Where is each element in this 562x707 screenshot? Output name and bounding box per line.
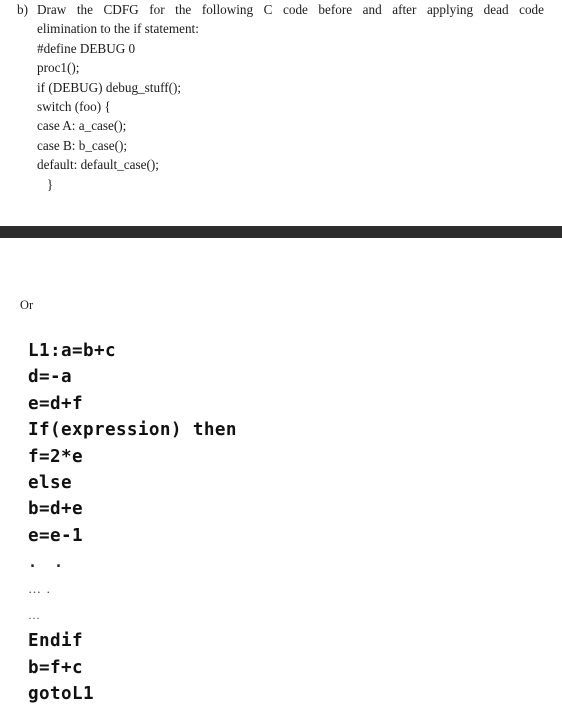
pseudocode-line: Endif (28, 631, 83, 652)
pseudocode-block: L1:a=b+c d=-a e=d+f If(expression) then f=2*… (28, 338, 548, 707)
or-label: Or (20, 298, 34, 312)
pseudocode-line: b=f+c (28, 657, 83, 678)
pseudocode-line: gotoL1 (28, 684, 94, 705)
question-code-line: #define DEBUG 0 (37, 40, 136, 56)
question-code-line: switch (foo) { (37, 99, 111, 115)
pseudocode-line: . . (28, 553, 68, 572)
question-continuation-line: elimination to the if statement: (37, 21, 199, 37)
pseudocode-line: … (28, 607, 41, 622)
pseudocode-line: e=e-1 (28, 525, 83, 546)
question-code-line: case A: a_case(); (37, 118, 127, 134)
question-code-line: default: default_case(); (37, 157, 159, 173)
question-lead-line: Draw the CDFG for the following C code b… (37, 2, 544, 17)
pseudocode-line: d=-a (28, 367, 72, 388)
question-code-listing: #define DEBUG 0 proc1(); if (DEBUG) debug_… (37, 39, 544, 194)
black-separator-bar (0, 226, 562, 238)
question-code-line: case B: b_case(); (37, 137, 128, 153)
pseudocode-line: b=d+e (28, 499, 83, 520)
question-body: Draw the CDFG for the following C code b… (37, 0, 544, 194)
question-code-line: if (DEBUG) debug_stuff(); (37, 79, 182, 95)
pseudocode-line: L1:a=b+c (28, 341, 116, 361)
question-code-line: } (37, 176, 54, 192)
pseudocode-line: e=d+f (28, 393, 83, 414)
pseudocode-line: If(expression) then (28, 420, 237, 441)
pseudocode-line: … . (28, 580, 52, 596)
question-marker: b) (17, 2, 28, 17)
question-code-line: proc1(); (37, 60, 80, 76)
pseudocode-line: f=2*e (28, 446, 83, 467)
question-row: b) Draw the CDFG for the following C cod… (0, 0, 562, 194)
question-block: b) Draw the CDFG for the following C cod… (0, 0, 562, 194)
pseudocode-line: else (28, 472, 72, 493)
